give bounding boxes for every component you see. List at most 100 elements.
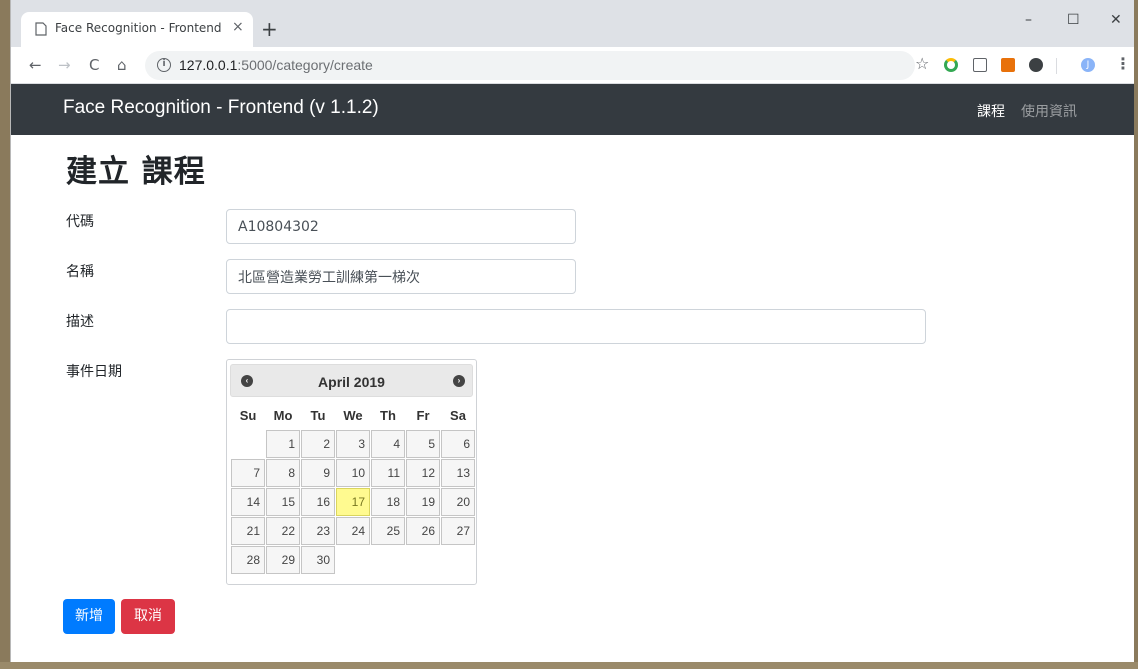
address-bar[interactable]: i 127.0.0.1:5000/category/create	[145, 51, 915, 80]
calendar-day-link[interactable]: 8	[266, 459, 300, 487]
nav-item-courses[interactable]: 課程	[977, 101, 1005, 121]
calendar-day[interactable]: 10	[336, 459, 370, 487]
browser-tab[interactable]: Face Recognition - Frontend ×	[21, 12, 253, 47]
calendar-day[interactable]: 24	[336, 517, 370, 545]
calendar-day[interactable]: 4	[371, 430, 405, 458]
browser-menu-icon[interactable]: ⋮	[1115, 55, 1131, 73]
calendar-day-link[interactable]: 21	[231, 517, 265, 545]
calendar-day[interactable]: 30	[301, 546, 335, 574]
calendar-day-link[interactable]: 2	[301, 430, 335, 458]
profile-avatar[interactable]: J	[1081, 58, 1095, 72]
calendar-day-link[interactable]: 28	[231, 546, 265, 574]
calendar-day[interactable]: 1	[266, 430, 300, 458]
calendar-day[interactable]: 13	[441, 459, 475, 487]
calendar-day-link[interactable]: 3	[336, 430, 370, 458]
e-extension-icon[interactable]	[1029, 58, 1043, 72]
calendar-day[interactable]: 20	[441, 488, 475, 516]
minimize-button[interactable]: –	[1025, 12, 1032, 28]
calendar-day[interactable]: 22	[266, 517, 300, 545]
calendar-day[interactable]: 16	[301, 488, 335, 516]
calendar-day-link[interactable]: 24	[336, 517, 370, 545]
page-icon	[35, 22, 47, 36]
calendar-day[interactable]: 6	[441, 430, 475, 458]
description-input[interactable]	[226, 309, 926, 344]
description-label: 描述	[66, 314, 94, 330]
calendar-day[interactable]: 18	[371, 488, 405, 516]
calendar-day[interactable]: 3	[336, 430, 370, 458]
browser-window: Face Recognition - Frontend × + – ☐ ✕ ← …	[10, 0, 1134, 669]
calendar-day-link[interactable]: 9	[301, 459, 335, 487]
calendar-day[interactable]: 11	[371, 459, 405, 487]
close-window-button[interactable]: ✕	[1110, 12, 1122, 28]
calendar-day-link[interactable]: 26	[406, 517, 440, 545]
calendar-day[interactable]: 5	[406, 430, 440, 458]
calendar-day[interactable]: 26	[406, 517, 440, 545]
calendar-day-link[interactable]: 30	[301, 546, 335, 574]
calendar-day[interactable]: 21	[231, 517, 265, 545]
calendar-day-link[interactable]: 18	[371, 488, 405, 516]
reload-button[interactable]: C	[89, 57, 99, 73]
tab-title: Face Recognition - Frontend	[55, 21, 222, 35]
calendar-day-link[interactable]: 20	[441, 488, 475, 516]
back-button[interactable]: ←	[29, 57, 42, 73]
camera-extension-icon[interactable]	[973, 58, 987, 72]
calendar-day[interactable]: 2	[301, 430, 335, 458]
submit-button[interactable]: 新增	[63, 599, 115, 634]
calendar-empty-cell	[371, 546, 405, 574]
calendar-day-link[interactable]: 19	[406, 488, 440, 516]
calendar-day-link[interactable]: 13	[441, 459, 475, 487]
calendar-day[interactable]: 23	[301, 517, 335, 545]
calendar-body: 1 2 3 4 5 6 7 8 9 10 11 12 13 14 15 16 17 18 19 20 21 22 23 24 2…	[231, 430, 475, 574]
calendar-day[interactable]: 8	[266, 459, 300, 487]
name-input[interactable]	[226, 259, 576, 294]
url-text: 127.0.0.1:5000/category/create	[179, 57, 373, 73]
calendar-day-link[interactable]: 6	[441, 430, 475, 458]
calendar-day[interactable]: 9	[301, 459, 335, 487]
nav-item-usage-info[interactable]: 使用資訊	[1021, 101, 1077, 121]
tab-close-icon[interactable]: ×	[232, 19, 244, 35]
calendar-day[interactable]: 15	[266, 488, 300, 516]
app-navbar: Face Recognition - Frontend (v 1.1.2) 課程…	[11, 84, 1134, 135]
calendar-day-link[interactable]: 12	[406, 459, 440, 487]
app-brand[interactable]: Face Recognition - Frontend (v 1.1.2)	[63, 97, 379, 119]
calendar-day[interactable]: 29	[266, 546, 300, 574]
calendar-day[interactable]: 17	[336, 488, 370, 516]
calendar-day[interactable]: 12	[406, 459, 440, 487]
calendar-day-link[interactable]: 22	[266, 517, 300, 545]
calendar-day-link[interactable]: 1	[266, 430, 300, 458]
calendar-day-link[interactable]: 11	[371, 459, 405, 487]
calendar-day-link[interactable]: 25	[371, 517, 405, 545]
new-tab-button[interactable]: +	[261, 19, 278, 39]
calendar-day[interactable]: 7	[231, 459, 265, 487]
calendar-day[interactable]: 25	[371, 517, 405, 545]
maximize-button[interactable]: ☐	[1067, 12, 1080, 28]
calendar-day[interactable]: 27	[441, 517, 475, 545]
forward-button[interactable]: →	[58, 57, 71, 73]
next-month-icon[interactable]: ›	[453, 375, 465, 387]
weekday-row: Su Mo Tu We Th Fr Sa	[231, 402, 475, 429]
info-icon[interactable]: i	[157, 58, 171, 72]
calendar-day-link[interactable]: 4	[371, 430, 405, 458]
url-host: 127.0.0.1	[179, 57, 238, 73]
calendar-day-link[interactable]: 7	[231, 459, 265, 487]
calendar-day[interactable]: 28	[231, 546, 265, 574]
calendar-day-link[interactable]: 14	[231, 488, 265, 516]
calendar-day-link[interactable]: 15	[266, 488, 300, 516]
home-button[interactable]: ⌂	[117, 57, 127, 73]
extension-gauge-icon[interactable]	[944, 58, 958, 72]
cancel-button[interactable]: 取消	[121, 599, 175, 634]
calendar-day[interactable]: 14	[231, 488, 265, 516]
calendar-day-link[interactable]: 16	[301, 488, 335, 516]
calendar-day-link[interactable]: 5	[406, 430, 440, 458]
calendar-day-link[interactable]: 27	[441, 517, 475, 545]
weekday-header: Sa	[450, 408, 466, 423]
bookmark-star-icon[interactable]: ☆	[915, 55, 929, 73]
weekday-header: Th	[380, 408, 396, 423]
calendar-day-today[interactable]: 17	[336, 488, 370, 516]
orange-extension-icon[interactable]	[1001, 58, 1015, 72]
calendar-day-link[interactable]: 29	[266, 546, 300, 574]
calendar-day-link[interactable]: 10	[336, 459, 370, 487]
code-input[interactable]	[226, 209, 576, 244]
calendar-day[interactable]: 19	[406, 488, 440, 516]
calendar-day-link[interactable]: 23	[301, 517, 335, 545]
